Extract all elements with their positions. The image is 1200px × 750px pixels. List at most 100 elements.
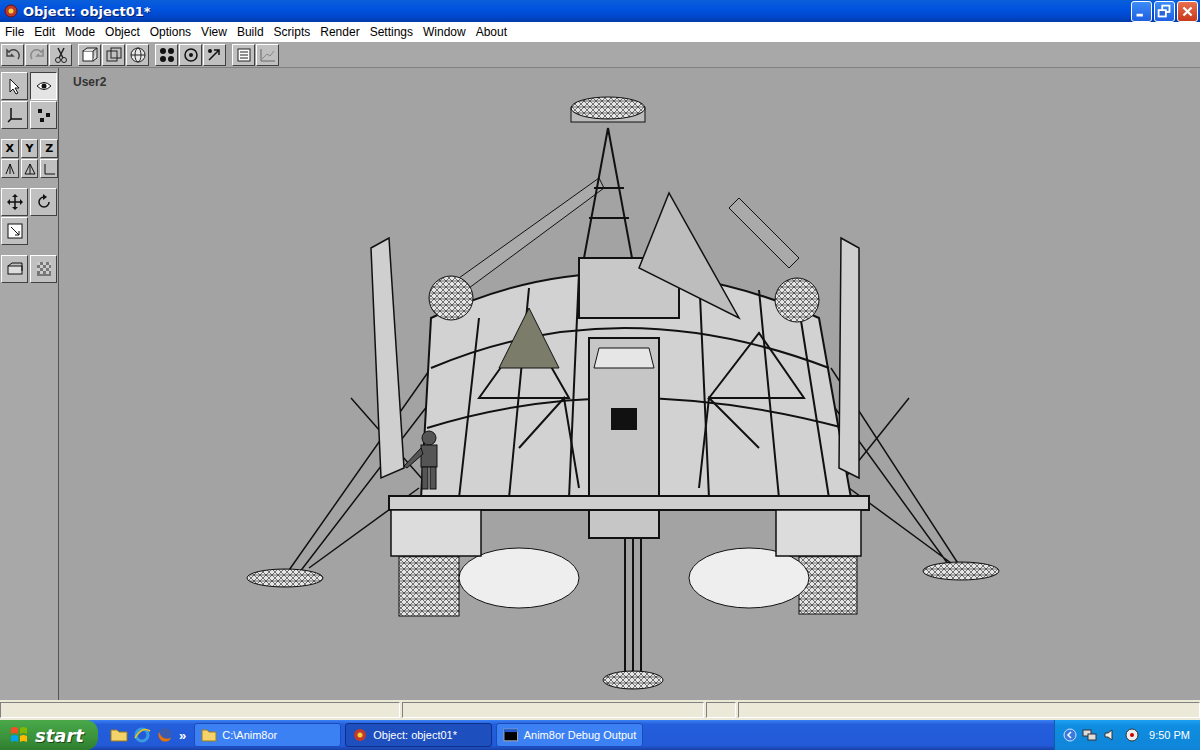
foot-pad	[247, 569, 323, 587]
taskbar-button[interactable]: C:\Anim8or	[194, 723, 341, 747]
system-tray: 9:50 PM	[1054, 720, 1200, 750]
select-region-tool[interactable]	[30, 255, 57, 283]
title-bar[interactable]: Object: object01*	[0, 0, 1200, 22]
status-bar	[0, 700, 1200, 720]
status-pane	[402, 702, 704, 718]
restore-icon	[1155, 1, 1174, 22]
orbit-button[interactable]	[179, 44, 202, 66]
window-title: Object: object01*	[23, 4, 151, 19]
menu-item[interactable]: Build	[232, 25, 269, 39]
menu-item[interactable]: View	[196, 25, 232, 39]
minimize-button[interactable]	[1131, 1, 1152, 22]
point-tool[interactable]	[30, 101, 57, 129]
wire-cube-icon	[104, 46, 124, 64]
console-icon	[503, 727, 518, 743]
sphere-tank	[429, 276, 473, 320]
graph-icon	[258, 46, 278, 64]
cube-icon	[80, 46, 100, 64]
expand-tray-icon[interactable]	[1063, 728, 1077, 742]
app-icon	[352, 727, 368, 743]
side-panel	[839, 238, 859, 478]
scale-tool[interactable]	[1, 217, 28, 245]
start-button[interactable]: start	[0, 720, 98, 750]
redo-icon	[27, 46, 47, 64]
taskbar-button[interactable]: Anim8or Debug Output	[496, 723, 643, 747]
restore-button[interactable]	[1154, 1, 1175, 22]
select-tool[interactable]	[1, 72, 28, 100]
application-window: Object: object01* FileEditModeObjectOpti…	[0, 0, 1200, 750]
scissors-icon	[51, 46, 71, 64]
foot-pad	[603, 671, 663, 689]
status-pane	[738, 702, 1200, 718]
world-coords-tool[interactable]	[21, 159, 39, 178]
axis-toggle[interactable]: Y	[21, 139, 39, 158]
menu-item[interactable]: Window	[418, 25, 471, 39]
screen-coords-tool[interactable]	[40, 159, 58, 178]
view-wire-button[interactable]	[102, 44, 125, 66]
status-pane	[0, 702, 400, 718]
eye-icon	[35, 77, 53, 95]
status-pane	[706, 702, 736, 718]
engine-tank	[689, 548, 809, 608]
quick-launch: »	[98, 726, 194, 744]
side-panel	[371, 238, 404, 478]
graph-button[interactable]	[256, 44, 279, 66]
menu-item[interactable]: Render	[315, 25, 364, 39]
local-coords-tool[interactable]	[1, 159, 19, 178]
axis-tool[interactable]	[1, 101, 28, 129]
arrow-cursor-icon	[6, 77, 24, 95]
tripod-icon	[3, 162, 17, 176]
menu-item[interactable]: Object	[100, 25, 145, 39]
menu-item[interactable]: Options	[145, 25, 196, 39]
view-tool[interactable]	[30, 72, 57, 100]
corner-icon	[42, 162, 56, 176]
antenna-dish	[571, 97, 645, 119]
undo-button[interactable]	[1, 44, 24, 66]
firefox-icon[interactable]	[156, 726, 174, 744]
view-smooth-button[interactable]	[126, 44, 149, 66]
internet-explorer-icon[interactable]	[133, 726, 151, 744]
list-button[interactable]	[232, 44, 255, 66]
menu-item[interactable]: Mode	[60, 25, 100, 39]
arrow-button[interactable]	[203, 44, 226, 66]
clock: 9:50 PM	[1149, 729, 1190, 741]
rotate-tool[interactable]	[30, 188, 57, 216]
cut-button[interactable]	[49, 44, 72, 66]
close-button[interactable]	[1177, 1, 1198, 22]
arrows-icon	[205, 46, 225, 64]
menu-item[interactable]: Scripts	[269, 25, 316, 39]
minimize-icon	[1132, 1, 1151, 22]
app-icon	[3, 3, 19, 19]
view-solid-button[interactable]	[78, 44, 101, 66]
speaker-icon[interactable]	[1103, 727, 1119, 743]
move-arrows-icon	[6, 193, 24, 211]
engine-tank	[459, 548, 579, 608]
window-panel	[499, 308, 559, 368]
network-icon[interactable]	[1082, 727, 1098, 743]
dots-icon	[35, 106, 53, 124]
taskbar-button[interactable]: Object: object01*	[345, 723, 492, 747]
menu-item[interactable]: Settings	[365, 25, 418, 39]
rotate-icon	[35, 193, 53, 211]
list-icon	[234, 46, 254, 64]
select-box-tool[interactable]	[1, 255, 28, 283]
close-icon	[1178, 1, 1197, 22]
menu-item[interactable]: File	[0, 25, 29, 39]
astronaut-figure	[404, 431, 437, 489]
scale-icon	[6, 222, 24, 240]
folder-icon[interactable]	[110, 726, 128, 744]
sphere-tank	[775, 278, 819, 322]
points-button[interactable]	[155, 44, 178, 66]
folder-icon	[201, 727, 217, 743]
security-icon[interactable]	[1124, 727, 1140, 743]
viewport[interactable]: User2	[58, 68, 1200, 700]
viewport-label: User2	[73, 75, 106, 89]
move-tool[interactable]	[1, 188, 28, 216]
quick-launch-more[interactable]: »	[179, 728, 186, 743]
menu-item[interactable]: About	[471, 25, 512, 39]
redo-button[interactable]	[25, 44, 48, 66]
axis-toggle[interactable]: X	[1, 139, 19, 158]
checker-icon	[35, 260, 53, 278]
axis-toggle[interactable]: Z	[40, 139, 58, 158]
menu-item[interactable]: Edit	[29, 25, 60, 39]
